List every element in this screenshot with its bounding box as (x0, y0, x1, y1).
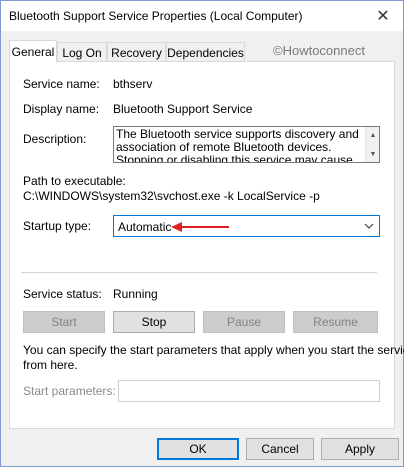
stop-button[interactable]: Stop (113, 311, 195, 333)
cancel-button[interactable]: Cancel (246, 438, 314, 460)
close-button[interactable]: ✕ (363, 1, 403, 31)
red-arrow-annotation (171, 222, 229, 232)
service-name-label: Service name: (23, 77, 100, 91)
general-tab-panel: Service name: bthserv Display name: Blue… (9, 61, 404, 429)
pause-button[interactable]: Pause (203, 311, 285, 333)
display-name-label: Display name: (23, 102, 100, 116)
pause-button-label: Pause (226, 315, 262, 329)
display-name-value: Bluetooth Support Service (113, 102, 253, 116)
scroll-up-icon[interactable]: ▲ (366, 129, 379, 141)
tab-label: Log On (62, 45, 102, 60)
path-label: Path to executable: (23, 174, 126, 188)
stop-button-label: Stop (141, 315, 167, 329)
description-text: The Bluetooth service supports discovery… (116, 127, 359, 163)
tab-label: Dependencies (167, 45, 244, 60)
cancel-button-label: Cancel (261, 442, 299, 456)
startup-type-select[interactable]: Automatic (113, 215, 380, 237)
description-textbox[interactable]: The Bluetooth service supports discovery… (113, 126, 380, 163)
apply-button-label: Apply (344, 442, 376, 456)
startup-type-label: Startup type: (23, 219, 92, 233)
tab-general[interactable]: General (9, 40, 57, 63)
start-button-label: Start (51, 315, 77, 329)
start-params-input[interactable] (118, 380, 380, 402)
path-value: C:\WINDOWS\system32\svchost.exe -k Local… (23, 189, 320, 203)
start-params-hint-line1: You can specify the start parameters tha… (23, 343, 404, 357)
ok-button[interactable]: OK (157, 438, 239, 460)
title-bar: Bluetooth Support Service Properties (Lo… (1, 1, 403, 31)
start-params-hint-line2: from here. (23, 358, 78, 372)
properties-window: Bluetooth Support Service Properties (Lo… (0, 0, 404, 467)
tab-label: Recovery (111, 45, 162, 60)
scroll-down-icon[interactable]: ▼ (366, 148, 379, 160)
description-label: Description: (23, 132, 87, 146)
start-button[interactable]: Start (23, 311, 105, 333)
tab-dependencies[interactable]: Dependencies (166, 42, 245, 62)
close-icon: ✕ (376, 8, 390, 25)
service-name-value: bthserv (113, 77, 153, 91)
service-status-value: Running (113, 287, 158, 301)
resume-button-label: Resume (313, 315, 358, 329)
tab-recovery[interactable]: Recovery (107, 42, 166, 62)
startup-type-value: Automatic (118, 220, 172, 234)
start-params-label: Start parameters: (23, 384, 116, 398)
description-scrollbar[interactable]: ▲ ▼ (365, 127, 379, 162)
ok-button-label: OK (189, 442, 207, 456)
resume-button[interactable]: Resume (293, 311, 378, 333)
watermark: ©Howtoconnect (273, 43, 365, 58)
apply-button[interactable]: Apply (321, 438, 399, 460)
chevron-down-icon (364, 223, 374, 229)
tab-label: General (11, 45, 55, 59)
tab-log-on[interactable]: Log On (57, 42, 107, 62)
window-title: Bluetooth Support Service Properties (Lo… (9, 9, 303, 23)
section-divider (21, 272, 377, 273)
service-status-label: Service status: (23, 287, 102, 301)
